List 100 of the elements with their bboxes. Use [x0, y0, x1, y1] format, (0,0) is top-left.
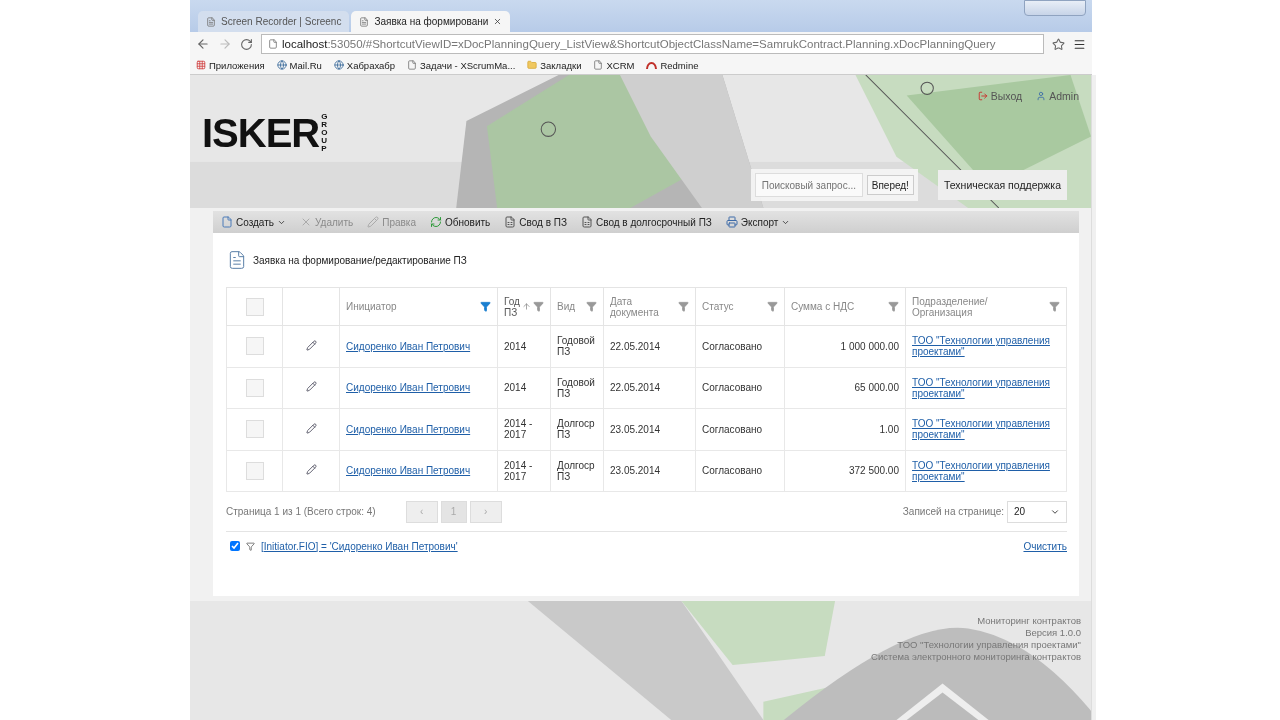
table-cell-text: Годовой ПЗ	[557, 335, 596, 358]
filter-checkbox[interactable]	[230, 541, 240, 551]
table-cell-text: Долгоср ПЗ	[557, 418, 596, 441]
toolbar-button[interactable]: Свод в ПЗ	[504, 216, 567, 228]
page-size-label: Записей на странице:	[902, 506, 1004, 517]
select-all-checkbox[interactable]	[245, 297, 264, 316]
table-cell-text: 22.05.2014	[610, 382, 662, 394]
filter-icon[interactable]	[1049, 301, 1060, 312]
table-cell-text: Согласовано	[702, 340, 764, 352]
page-icon	[359, 16, 370, 27]
toolbar-button[interactable]: Создать	[221, 216, 286, 228]
pencil-icon	[367, 216, 380, 228]
document-icon	[227, 250, 247, 270]
table-cell-text: 65 000.00	[853, 382, 899, 394]
filter-icon[interactable]	[767, 301, 778, 312]
table-cell-text: 23.05.2014	[610, 423, 662, 435]
toolbar-button[interactable]: Экспорт	[725, 216, 791, 228]
forward-icon[interactable]	[218, 37, 232, 51]
page-icon	[593, 60, 604, 70]
filter-icon[interactable]	[888, 301, 899, 312]
menu-icon[interactable]	[1073, 37, 1086, 51]
bookmark-link[interactable]: Закладки	[527, 59, 582, 71]
table-cell-text: 23.05.2014	[610, 465, 662, 477]
back-icon[interactable]	[196, 37, 210, 51]
support-button[interactable]: Техническая поддержка	[937, 170, 1067, 200]
bookmark-link[interactable]: Redmine	[646, 59, 699, 71]
arch-icon	[646, 61, 658, 69]
filter-icon	[246, 541, 255, 551]
globe-icon	[333, 60, 344, 70]
column-header[interactable]: Инициатор	[346, 301, 397, 312]
url-text: localhost:53050/#ShortcutViewID=xDocPlanningQuery_ListView&ShortcutObjectClassName=SamrukContract.Planning.xDocPlanningQuery	[282, 38, 996, 50]
page-size-select[interactable]: 20	[1007, 500, 1067, 523]
bookmark-star-icon[interactable]	[1052, 37, 1065, 51]
table-cell-text: 2014 - 2017	[504, 459, 534, 482]
bookmark-link[interactable]: Mail.Ru	[276, 59, 322, 71]
toolbar-button[interactable]: Обновить	[430, 216, 491, 228]
window-controls[interactable]	[1024, 0, 1086, 16]
table-cell-text: Годовой ПЗ	[557, 376, 596, 399]
browser-tab[interactable]: Screen Recorder | Screenc	[198, 11, 350, 32]
globe-icon	[276, 60, 287, 70]
logo-text: ISKER	[202, 112, 320, 153]
toolbar-button[interactable]: Свод в долгосрочный ПЗ	[580, 216, 712, 228]
edit-icon[interactable]	[305, 464, 317, 476]
table-cell-text: 22.05.2014	[610, 340, 662, 352]
page-icon	[268, 39, 278, 49]
reload-icon[interactable]	[240, 37, 253, 51]
edit-icon[interactable]	[305, 381, 317, 393]
bookmark-link[interactable]: Задачи - XScrumMa...	[407, 59, 516, 71]
table-cell-text: 372 500.00	[847, 465, 899, 477]
spreadsheet-icon	[504, 216, 517, 228]
row-checkbox[interactable]	[245, 337, 264, 356]
document-icon	[221, 216, 233, 228]
filter-icon[interactable]	[586, 301, 597, 312]
row-checkbox[interactable]	[245, 420, 264, 439]
user-link[interactable]: Admin	[1036, 89, 1079, 103]
table-cell-text: 1.00	[878, 423, 899, 435]
refresh-icon	[430, 216, 442, 228]
filter-expression-link[interactable]: [Initiator.FIO] = 'Сидоренко Иван Петрович'	[261, 540, 458, 552]
apps-icon	[196, 60, 206, 70]
footer-text: Версия 1.0.0	[1025, 627, 1081, 639]
column-header[interactable]: Год ПЗ	[504, 295, 520, 318]
bookmark-link[interactable]: Приложения	[196, 59, 265, 71]
browser-tab[interactable]: Заявка на формировани	[351, 11, 511, 32]
filter-icon[interactable]	[480, 301, 491, 312]
table-cell-text: 2014	[504, 340, 528, 352]
table-cell-text: Согласовано	[702, 465, 764, 477]
page-title: Заявка на формирование/редактирование ПЗ	[253, 254, 467, 266]
footer-text: ТОО "Технологии управления проектами"	[897, 639, 1081, 651]
bookmark-link[interactable]: Хабрахабр	[333, 59, 396, 71]
row-checkbox[interactable]	[245, 378, 264, 397]
column-header[interactable]: Статус	[702, 301, 734, 312]
column-header[interactable]: Вид	[557, 301, 576, 312]
logo-subtext: GROUP	[321, 112, 329, 153]
edit-icon[interactable]	[305, 422, 317, 434]
address-bar[interactable]: localhost:53050/#ShortcutViewID=xDocPlanningQuery_ListView&ShortcutObjectClassName=SamrukContract.Planning.xDocPlanningQuery	[261, 34, 1044, 54]
edit-icon[interactable]	[305, 339, 317, 351]
close-icon[interactable]	[493, 17, 503, 26]
search-button[interactable]: Вперед!	[866, 175, 914, 195]
filter-icon[interactable]	[533, 301, 544, 312]
footer-text: Система электронного мониторинга контрактов	[871, 651, 1081, 663]
pager-summary: Страница 1 из 1 (Всего строк: 4)	[226, 506, 376, 517]
table-cell-text: Долгоср ПЗ	[557, 459, 596, 482]
logout-icon	[977, 91, 988, 101]
filter-icon[interactable]	[678, 301, 689, 312]
user-icon	[1036, 91, 1047, 101]
search-field[interactable]: Поисковый запрос...	[754, 173, 863, 197]
page-icon	[407, 60, 418, 70]
row-checkbox[interactable]	[245, 461, 264, 480]
footer-text: Мониторинг контрактов	[977, 615, 1081, 627]
logout-link[interactable]: Выход	[977, 89, 1023, 103]
table-cell-text: 2014	[504, 382, 528, 394]
column-header[interactable]: Сумма с НДС	[791, 301, 855, 312]
table-cell-text: Согласовано	[702, 382, 764, 394]
close-icon	[300, 216, 312, 228]
table-cell-text: Согласовано	[702, 423, 764, 435]
table-cell-text: 2014 - 2017	[504, 418, 534, 441]
printer-icon	[725, 216, 738, 228]
folder-icon	[527, 60, 538, 70]
bookmark-link[interactable]: XCRM	[593, 59, 635, 71]
clear-link[interactable]: Очистить	[1023, 540, 1067, 552]
